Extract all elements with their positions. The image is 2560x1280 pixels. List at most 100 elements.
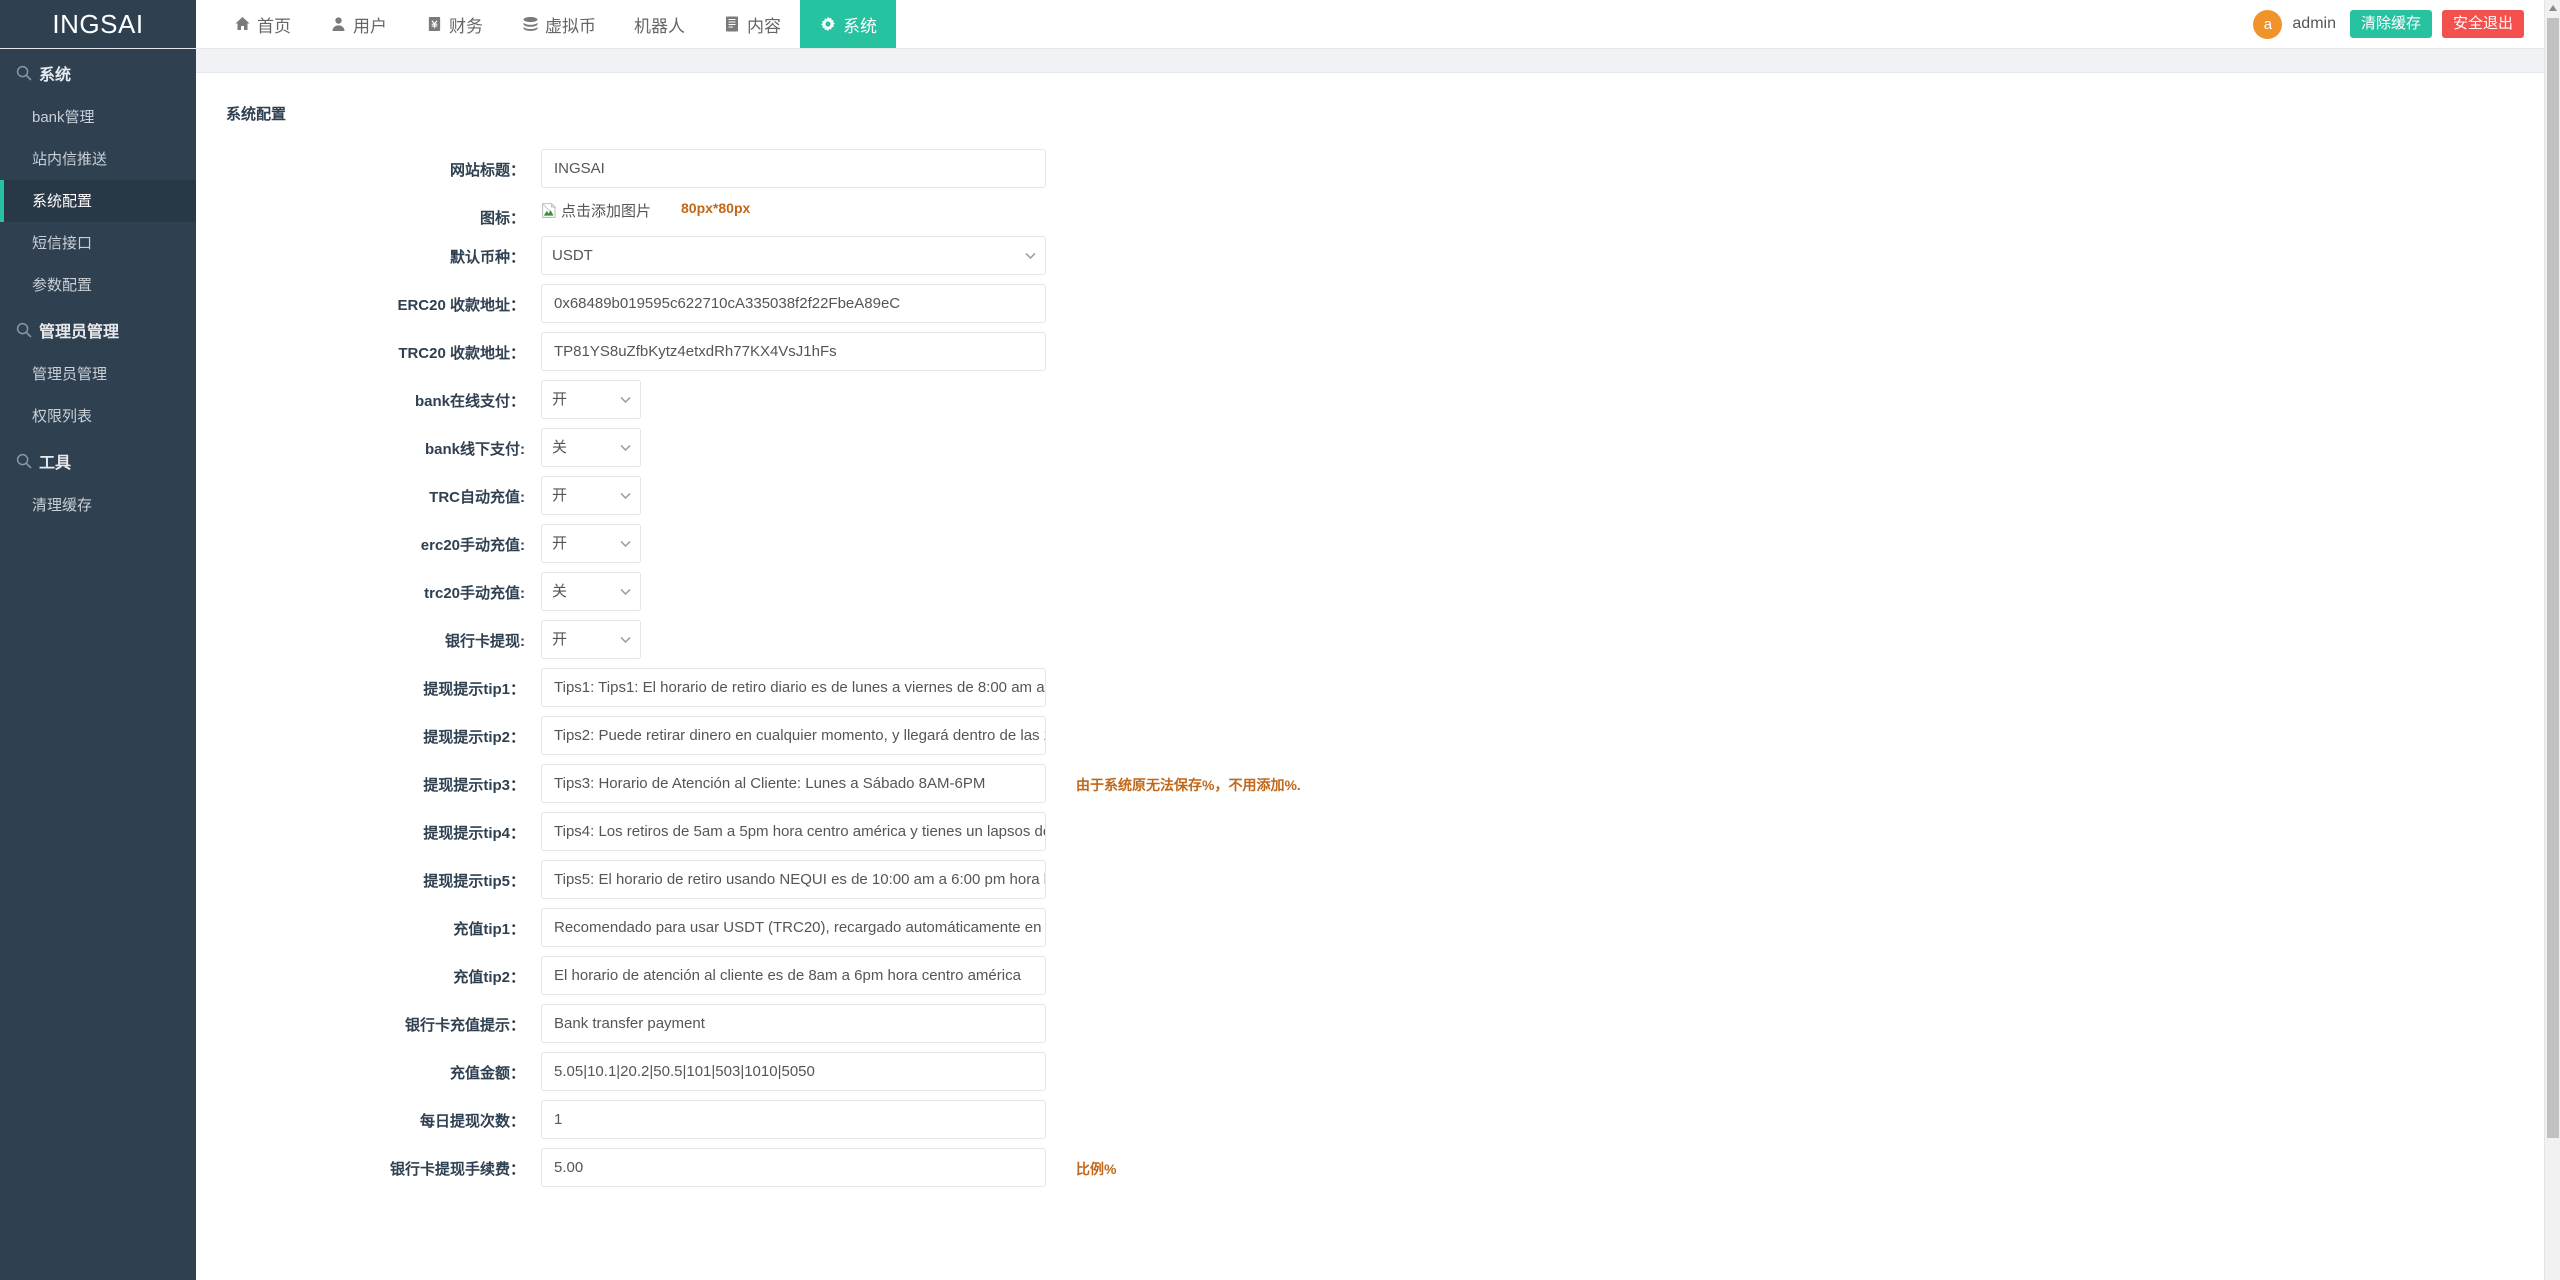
sidebar-group-3[interactable]: 工具 bbox=[0, 437, 196, 484]
input-tip3[interactable]: Tips3: Horario de Atención al Cliente: L… bbox=[541, 764, 1046, 803]
label-bank_withdraw: 银行卡提现: bbox=[196, 620, 541, 651]
brand-logo[interactable]: INGSAI bbox=[0, 0, 196, 48]
select-trc_auto[interactable]: 开 bbox=[541, 476, 641, 515]
form-row-tip2: 提现提示tip2：Tips2: Puede retirar dinero en … bbox=[196, 716, 2544, 755]
input-tip2[interactable]: Tips2: Puede retirar dinero en cualquier… bbox=[541, 716, 1046, 755]
label-tip4: 提现提示tip4： bbox=[196, 812, 541, 843]
form-row-trc20_manual: trc20手动充值:关 bbox=[196, 572, 2544, 611]
field-wrap-tip2: Tips2: Puede retirar dinero en cualquier… bbox=[541, 716, 1046, 755]
form-row-erc20_addr: ERC20 收款地址：0x68489b019595c622710cA335038… bbox=[196, 284, 2544, 323]
input-bank_fee[interactable]: 5.00 bbox=[541, 1148, 1046, 1187]
scrollbar-thumb[interactable] bbox=[2547, 18, 2559, 1138]
label-amounts: 充值金额： bbox=[196, 1052, 541, 1083]
field-wrap-daily_count: 1 bbox=[541, 1100, 1046, 1139]
system-config-form: 网站标题：INGSAI图标：点击添加图片80px*80px默认币种：USDTER… bbox=[196, 124, 2544, 1187]
nav-item-1[interactable]: 首页 bbox=[214, 0, 310, 48]
label-site_title: 网站标题： bbox=[196, 149, 541, 180]
clear-cache-button[interactable]: 清除缓存 bbox=[2350, 10, 2432, 38]
field-wrap-icon: 点击添加图片 bbox=[541, 197, 651, 221]
label-icon: 图标： bbox=[196, 197, 541, 228]
field-wrap-deposit_tip1: Recomendado para usar USDT (TRC20), reca… bbox=[541, 908, 1046, 947]
field-wrap-erc20_manual: 开 bbox=[541, 524, 641, 563]
select-bank_online[interactable]: 开 bbox=[541, 380, 641, 419]
nav-item-5[interactable]: 机器人 bbox=[615, 0, 704, 48]
form-row-tip4: 提现提示tip4：Tips4: Los retiros de 5am a 5pm… bbox=[196, 812, 2544, 851]
input-amounts[interactable]: 5.05|10.1|20.2|50.5|101|503|1010|5050 bbox=[541, 1052, 1046, 1091]
logout-button[interactable]: 安全退出 bbox=[2442, 10, 2524, 38]
label-currency: 默认币种： bbox=[196, 236, 541, 267]
nav-item-4[interactable]: 虚拟币 bbox=[502, 0, 615, 48]
content-top-bar bbox=[196, 49, 2544, 73]
input-tip1[interactable]: Tips1: Tips1: El horario de retiro diari… bbox=[541, 668, 1046, 707]
input-bank_tip[interactable]: Bank transfer payment bbox=[541, 1004, 1046, 1043]
hint-icon: 80px*80px bbox=[651, 197, 750, 216]
field-wrap-erc20_addr: 0x68489b019595c622710cA335038f2f22FbeA89… bbox=[541, 284, 1046, 323]
field-wrap-bank_tip: Bank transfer payment bbox=[541, 1004, 1046, 1043]
content-area: 系统配置 网站标题：INGSAI图标：点击添加图片80px*80px 默认币种：U… bbox=[196, 49, 2544, 1280]
select-erc20_manual[interactable]: 开 bbox=[541, 524, 641, 563]
field-wrap-currency: USDT bbox=[541, 236, 1046, 275]
label-tip1: 提现提示tip1： bbox=[196, 668, 541, 699]
sidebar-item-1-5[interactable]: 参数配置 bbox=[0, 264, 196, 306]
sidebar-item-3-1[interactable]: 清理缓存 bbox=[0, 484, 196, 526]
add-image-link[interactable]: 点击添加图片 bbox=[541, 200, 651, 221]
sidebar-item-1-3[interactable]: 系统配置 bbox=[0, 180, 196, 222]
label-trc20_manual: trc20手动充值: bbox=[196, 572, 541, 603]
sidebar-group-1[interactable]: 系统 bbox=[0, 49, 196, 96]
scroll-up-arrow-icon[interactable] bbox=[2545, 0, 2560, 16]
nav-item-label: 机器人 bbox=[634, 12, 685, 37]
avatar[interactable]: a bbox=[2253, 10, 2282, 39]
nav-item-label: 虚拟币 bbox=[545, 12, 596, 37]
select-bank_withdraw[interactable]: 开 bbox=[541, 620, 641, 659]
nav-item-2[interactable]: 用户 bbox=[310, 0, 406, 48]
field-wrap-trc20_addr: TP81YS8uZfbKytz4etxdRh77KX4VsJ1hFs bbox=[541, 332, 1046, 371]
label-bank_online: bank在线支付： bbox=[196, 380, 541, 411]
field-wrap-bank_fee: 5.00 bbox=[541, 1148, 1046, 1187]
field-wrap-trc20_manual: 关 bbox=[541, 572, 641, 611]
field-wrap-tip4: Tips4: Los retiros de 5am a 5pm hora cen… bbox=[541, 812, 1046, 851]
sidebar-item-1-1[interactable]: bank管理 bbox=[0, 96, 196, 138]
sidebar-group-label: 管理员管理 bbox=[39, 318, 119, 342]
input-daily_count[interactable]: 1 bbox=[541, 1100, 1046, 1139]
label-bank_tip: 银行卡充值提示： bbox=[196, 1004, 541, 1035]
input-deposit_tip2[interactable]: El horario de atención al cliente es de … bbox=[541, 956, 1046, 995]
select-trc20_manual[interactable]: 关 bbox=[541, 572, 641, 611]
select-bank_offline[interactable]: 关 bbox=[541, 428, 641, 467]
field-wrap-bank_offline: 关 bbox=[541, 428, 641, 467]
search-icon bbox=[16, 322, 32, 338]
sidebar-group-2[interactable]: 管理员管理 bbox=[0, 306, 196, 353]
page-scrollbar[interactable] bbox=[2544, 0, 2560, 1280]
input-tip4[interactable]: Tips4: Los retiros de 5am a 5pm hora cen… bbox=[541, 812, 1046, 851]
label-tip5: 提现提示tip5： bbox=[196, 860, 541, 891]
label-trc_auto: TRC自动充值: bbox=[196, 476, 541, 507]
form-row-daily_count: 每日提现次数：1 bbox=[196, 1100, 2544, 1139]
coins-icon bbox=[521, 15, 539, 33]
yen-book-icon bbox=[425, 15, 443, 33]
input-deposit_tip1[interactable]: Recomendado para usar USDT (TRC20), reca… bbox=[541, 908, 1046, 947]
input-trc20_addr[interactable]: TP81YS8uZfbKytz4etxdRh77KX4VsJ1hFs bbox=[541, 332, 1046, 371]
form-row-tip3: 提现提示tip3：Tips3: Horario de Atención al C… bbox=[196, 764, 2544, 803]
form-row-bank_fee: 银行卡提现手续费：5.00比例% bbox=[196, 1148, 2544, 1187]
nav-item-label: 用户 bbox=[353, 12, 387, 37]
sidebar-item-1-2[interactable]: 站内信推送 bbox=[0, 138, 196, 180]
page-title: 系统配置 bbox=[196, 73, 2544, 124]
input-erc20_addr[interactable]: 0x68489b019595c622710cA335038f2f22FbeA89… bbox=[541, 284, 1046, 323]
nav-item-label: 财务 bbox=[449, 12, 483, 37]
form-row-trc_auto: TRC自动充值:开 bbox=[196, 476, 2544, 515]
label-tip2: 提现提示tip2： bbox=[196, 716, 541, 747]
field-wrap-trc_auto: 开 bbox=[541, 476, 641, 515]
form-row-erc20_manual: erc20手动充值:开 bbox=[196, 524, 2544, 563]
sidebar-item-2-2[interactable]: 权限列表 bbox=[0, 395, 196, 437]
nav-item-3[interactable]: 财务 bbox=[406, 0, 502, 48]
label-bank_fee: 银行卡提现手续费： bbox=[196, 1148, 541, 1179]
nav-item-6[interactable]: 内容 bbox=[704, 0, 800, 48]
nav-item-7[interactable]: 系统 bbox=[800, 0, 896, 48]
sidebar-item-2-1[interactable]: 管理员管理 bbox=[0, 353, 196, 395]
input-site_title[interactable]: INGSAI bbox=[541, 149, 1046, 188]
select-currency[interactable]: USDT bbox=[541, 236, 1046, 275]
sidebar-item-1-4[interactable]: 短信接口 bbox=[0, 222, 196, 264]
input-tip5[interactable]: Tips5: El horario de retiro usando NEQUI… bbox=[541, 860, 1046, 899]
field-wrap-tip5: Tips5: El horario de retiro usando NEQUI… bbox=[541, 860, 1046, 899]
search-icon bbox=[16, 453, 32, 469]
label-erc20_addr: ERC20 收款地址： bbox=[196, 284, 541, 315]
